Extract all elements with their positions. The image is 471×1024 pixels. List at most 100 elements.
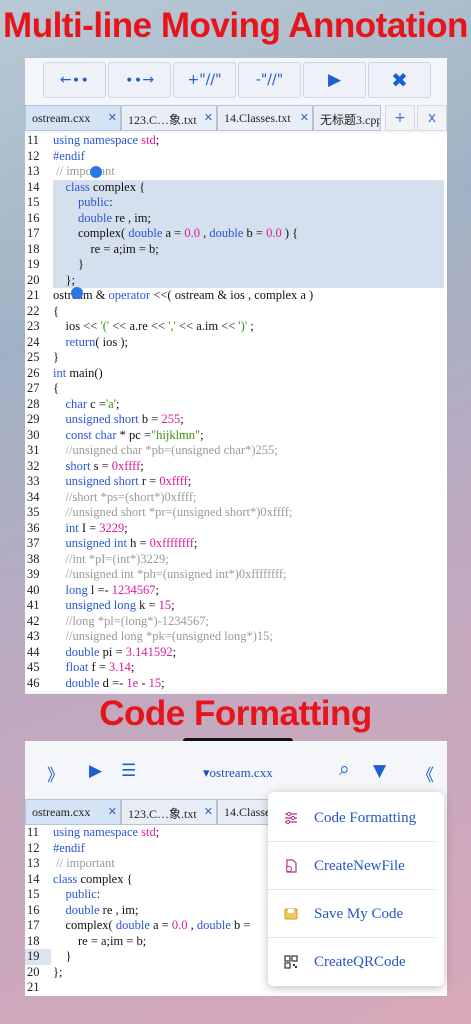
code-line[interactable]: 16 double re , im; (25, 210, 447, 226)
selection-end-handle[interactable] (71, 287, 83, 299)
code-text: //unsigned long *pk=(unsigned long*)15; (65, 629, 273, 643)
move-left-button[interactable]: ←∙∙ (43, 62, 106, 98)
code-line[interactable]: 22 { (25, 304, 447, 320)
code-line[interactable]: 37 unsigned int h = 0xffffffff; (25, 536, 447, 552)
code-text: short s = 0xffff; (65, 458, 144, 473)
code-line[interactable]: 17 complex( double a = 0.0 , double b = … (25, 226, 447, 242)
menu-item-code-formatting[interactable]: Code Formatting (268, 794, 444, 842)
tab-label: ostream.cxx (32, 111, 91, 125)
line-number: 33 (27, 474, 40, 488)
line-number: 17 (27, 226, 40, 240)
code-line[interactable]: 42 //long *pl=(long*)-1234567; (25, 614, 447, 630)
code-text: //unsigned short *pr=(unsigned short*)0x… (65, 505, 293, 519)
line-number: 35 (27, 505, 40, 519)
menu-item-create-qr-code[interactable]: CreateQRCode (268, 938, 444, 986)
code-line[interactable]: 36 int I = 3229; (25, 521, 447, 537)
line-number: 40 (27, 582, 40, 597)
code-line[interactable]: 33 unsigned short r = 0xffff; (25, 474, 447, 490)
code-text: // important (56, 164, 115, 178)
close-tab-button[interactable]: x (417, 105, 447, 131)
code-line[interactable]: 20 }; (25, 272, 447, 288)
code-line[interactable]: 13 // important (25, 164, 447, 180)
line-number: 14 (27, 179, 40, 194)
tab-close-icon[interactable]: ✕ (204, 111, 213, 124)
code-line[interactable]: 32 short s = 0xffff; (25, 459, 447, 475)
code-line[interactable]: 31 //unsigned char *pb=(unsigned char*)2… (25, 443, 447, 459)
file-dropdown[interactable]: ▾ostream.cxx (203, 765, 273, 781)
code-line[interactable]: 27 { (25, 381, 447, 397)
line-number: 15 (27, 887, 40, 901)
outline-icon[interactable]: ☰ (121, 761, 136, 781)
code-line[interactable]: 29 unsigned short b = 255; (25, 412, 447, 428)
code-text: //unsigned char *pb=(unsigned char*)255; (65, 443, 278, 457)
tab-close-icon[interactable]: ✕ (204, 805, 213, 818)
tab-ostream[interactable]: ostream.cxx ✕ (25, 799, 121, 825)
tab-close-icon[interactable]: ✕ (300, 111, 309, 124)
code-text: //long *pl=(long*)-1234567; (65, 613, 210, 628)
line-number: 43 (27, 629, 40, 643)
line-number: 15 (27, 195, 40, 209)
code-line[interactable]: 30 const char * pc ="hijklmn"; (25, 428, 447, 444)
tab-ostream[interactable]: ostream.cxx ✕ (25, 105, 121, 131)
tab-close-icon[interactable]: ✕ (108, 111, 117, 124)
code-line[interactable]: 38 //int *pI=(int*)3229; (25, 552, 447, 568)
run-button[interactable]: ▶ (303, 62, 366, 98)
tab-classes[interactable]: 14.Classes.txt ✕ (217, 105, 313, 131)
move-right-button[interactable]: ∙∙→ (108, 62, 171, 98)
code-line[interactable]: 15 public: (25, 195, 447, 211)
code-text: float f = 3.14; (65, 660, 135, 674)
tab-label: 123.C…象.txt (128, 807, 197, 821)
code-line[interactable]: 26 int main() (25, 366, 447, 382)
add-tab-button[interactable]: + (385, 105, 415, 131)
code-line[interactable]: 21 ostream & operator <<( ostream & ios ,… (25, 288, 447, 304)
tab-123c[interactable]: 123.C…象.txt ✕ (121, 105, 217, 131)
menu-item-save-my-code[interactable]: Save My Code (268, 890, 444, 938)
chevron-down-icon[interactable]: ▼ (373, 761, 386, 781)
tab-untitled3[interactable]: 无标题3.cpp (313, 105, 381, 131)
code-line[interactable]: 35 //unsigned short *pr=(unsigned short*… (25, 505, 447, 521)
code-line[interactable]: 18 re = a;im = b; (25, 241, 447, 257)
menu-label: CreateQRCode (314, 954, 406, 970)
code-line[interactable]: 11 using namespace std; (25, 133, 447, 149)
code-line[interactable]: 34 //short *ps=(short*)0xffff; (25, 490, 447, 506)
expand-icon[interactable]: 》 (47, 761, 64, 786)
code-text: public: (78, 195, 113, 209)
selection-start-handle[interactable] (90, 166, 102, 178)
code-line[interactable]: 39 //unsigned int *ph=(unsigned int*)0xf… (25, 567, 447, 583)
search-icon[interactable]: ⌕ (339, 758, 350, 780)
collapse-icon[interactable]: 《 (417, 761, 434, 786)
code-text: double d =- 1e - 15; (65, 675, 165, 690)
code-text: unsigned short r = 0xffff; (65, 474, 192, 488)
promo-headline-bottom: Code Formatting (99, 694, 372, 733)
code-text: class complex { (53, 871, 133, 886)
tab-123c[interactable]: 123.C…象.txt ✕ (121, 799, 217, 825)
code-editor[interactable]: 11 using namespace std; 12 #endif 13 // impo… (25, 133, 447, 691)
code-line[interactable]: 40 long l =- 1234567; (25, 583, 447, 599)
code-line[interactable]: 28 char c ='a'; (25, 397, 447, 413)
line-number: 24 (27, 334, 40, 349)
add-comment-button[interactable]: +"//" (173, 62, 236, 98)
remove-comment-button[interactable]: -"//" (238, 62, 301, 98)
code-line[interactable]: 23 ios << '(' << a.re << ',' << a.im << … (25, 319, 447, 335)
line-number: 30 (27, 427, 40, 442)
line-number: 18 (27, 933, 40, 948)
code-line[interactable]: 24 return( ios ); (25, 335, 447, 351)
code-line[interactable]: 46 double d =- 1e - 15; (25, 676, 447, 692)
code-line[interactable]: 44 double pi = 3.141592; (25, 645, 447, 661)
code-line[interactable]: 45 float f = 3.14; (25, 660, 447, 676)
code-line[interactable]: 43 //unsigned long *pk=(unsigned long*)1… (25, 629, 447, 645)
code-line[interactable]: 25} (25, 350, 447, 366)
code-text: } (53, 257, 84, 271)
code-line[interactable]: 12 #endif (25, 149, 447, 165)
menu-item-create-new-file[interactable]: CreateNewFile (268, 842, 444, 890)
tab-close-icon[interactable]: ✕ (108, 805, 117, 818)
code-text: int I = 3229; (65, 520, 128, 535)
code-text: }; (53, 272, 75, 287)
code-text: re = a;im = b; (53, 241, 159, 256)
code-line[interactable]: 19 } (25, 257, 447, 273)
run-icon[interactable]: ▶ (89, 761, 102, 781)
code-line[interactable]: 41 unsigned long k = 15; (25, 598, 447, 614)
close-icon[interactable]: ✖ (368, 62, 431, 98)
menu-label: CreateNewFile (314, 858, 405, 874)
code-line[interactable]: 14 class complex { (25, 179, 447, 195)
